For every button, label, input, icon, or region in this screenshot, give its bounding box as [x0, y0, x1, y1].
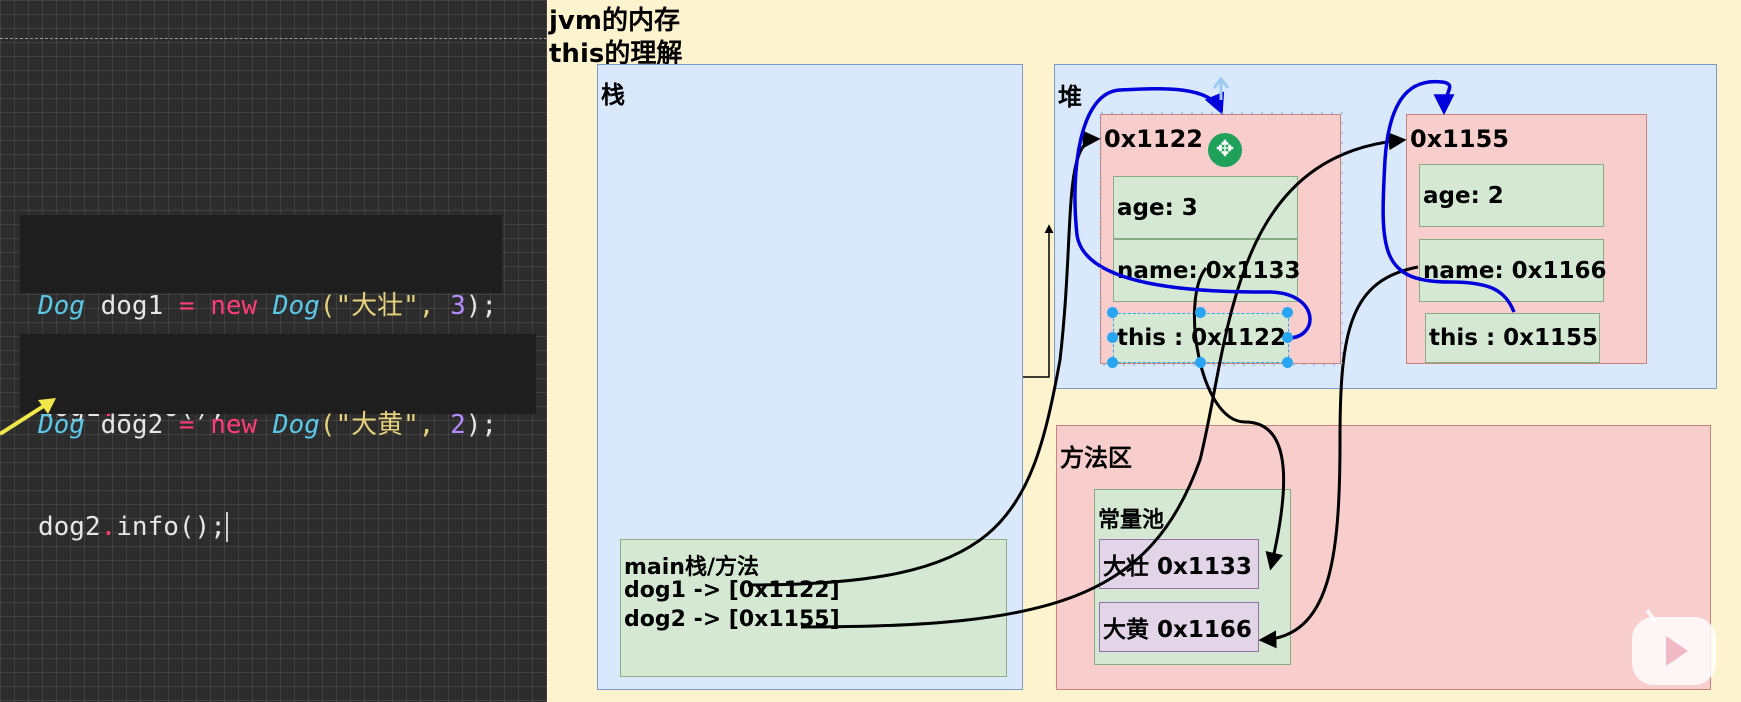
dog2-ref-arrow: [800, 132, 1407, 629]
this-self-arrow: [1381, 79, 1516, 313]
resize-handle[interactable]: [1107, 307, 1118, 318]
resize-handle[interactable]: [1282, 307, 1293, 318]
move-icon[interactable]: ✥: [1208, 133, 1242, 167]
resize-handle[interactable]: [1282, 332, 1293, 343]
resize-handle[interactable]: [1195, 357, 1206, 368]
dog1-ref-arrow: [747, 130, 1101, 587]
resize-handle[interactable]: [1107, 332, 1118, 343]
resize-handle[interactable]: [1107, 357, 1118, 368]
resize-handle[interactable]: [1195, 307, 1206, 318]
name2-string-arrow: [1258, 265, 1419, 649]
connector-layer: [747, 76, 1516, 649]
video-play-icon[interactable]: [1632, 617, 1716, 685]
resize-arrow-icon: [1212, 76, 1230, 100]
this-self-arrow: [1073, 86, 1312, 340]
stack-heap-connector: [1023, 224, 1054, 378]
resize-handle[interactable]: [1282, 357, 1293, 368]
